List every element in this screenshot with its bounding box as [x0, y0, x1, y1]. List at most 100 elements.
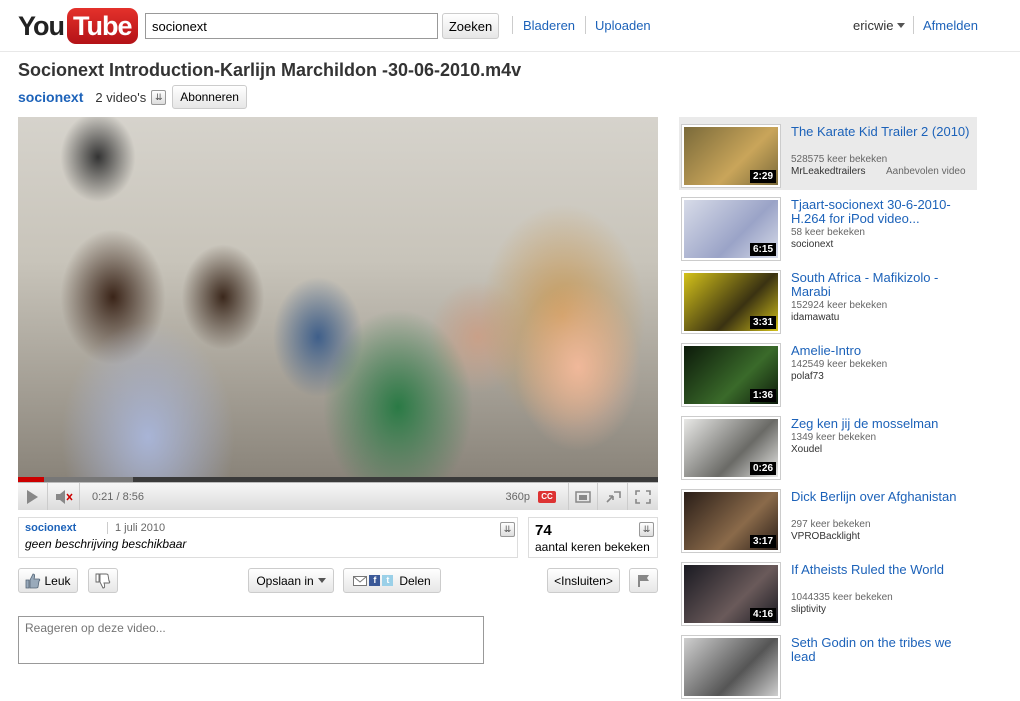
video-thumbnail[interactable]: 0:26	[682, 417, 780, 479]
description-channel-link[interactable]: socionext	[25, 522, 76, 534]
video-thumbnail[interactable]: 1:36	[682, 344, 780, 406]
expand-stats-button[interactable]: ⇊	[639, 522, 654, 537]
related-video-item[interactable]: 4:16 If Atheists Ruled the World 1044335 k…	[679, 555, 977, 628]
mute-button[interactable]	[48, 482, 80, 510]
logo-tube: Tube	[67, 8, 138, 44]
related-video-views: 58 keer bekeken	[791, 227, 865, 238]
related-video-item[interactable]: 6:15 Tjaart-socionext 30-6-2010-H.264 for…	[679, 190, 977, 263]
related-video-title[interactable]: Tjaart-socionext 30-6-2010-H.264 for iPo…	[791, 198, 971, 226]
video-thumbnail[interactable]: 3:17	[682, 490, 780, 552]
share-label: Delen	[399, 573, 431, 588]
related-video-views: 528575 keer bekeken	[791, 154, 888, 165]
flag-button[interactable]	[629, 568, 658, 593]
view-count-label: aantal keren bekeken	[535, 540, 650, 554]
thumbs-down-icon	[95, 573, 111, 588]
save-to-button[interactable]: Opslaan in	[248, 568, 334, 593]
signout-link[interactable]: Afmelden	[923, 18, 978, 33]
video-count-label: 2 video's	[95, 89, 147, 105]
search-input[interactable]	[145, 13, 438, 39]
channel-row: socionext 2 video's ⇊ Abonneren	[18, 85, 247, 109]
related-video-item[interactable]: 1:36 Amelie-Intro 142549 keer bekeken polaf…	[679, 336, 977, 409]
views-box: 74 aantal keren bekeken ⇊	[528, 517, 658, 558]
flag-icon	[637, 574, 649, 587]
video-thumbnail[interactable]: 2:29	[682, 125, 780, 187]
thumbs-up-icon	[26, 573, 41, 588]
video-duration: 3:31	[749, 316, 776, 329]
user-menu[interactable]: ericwie	[853, 18, 906, 33]
search-button[interactable]: Zoeken	[442, 13, 499, 39]
related-video-channel[interactable]: Xoudel	[791, 444, 822, 456]
save-to-label: Opslaan in	[256, 573, 314, 588]
embed-button[interactable]: <Insluiten>	[547, 568, 620, 593]
description-text: geen beschrijving beschikbaar	[25, 537, 187, 551]
video-player[interactable]: 0:21 / 8:56 360p CC	[18, 117, 658, 510]
video-thumbnail[interactable]: 3:31	[682, 271, 780, 333]
chevron-down-icon[interactable]: ⇊	[151, 89, 167, 105]
comment-input[interactable]	[18, 616, 484, 664]
popout-icon	[575, 490, 591, 503]
quality-selector[interactable]: 360p	[506, 491, 538, 503]
play-button[interactable]	[18, 482, 48, 510]
share-button[interactable]: f t Delen	[343, 568, 441, 593]
channel-link[interactable]: socionext	[18, 89, 83, 105]
video-duration: 6:15	[749, 243, 776, 256]
related-video-title[interactable]: If Atheists Ruled the World	[791, 563, 971, 577]
popout-button[interactable]	[568, 482, 598, 510]
username: ericwie	[853, 18, 894, 33]
related-video-title[interactable]: Seth Godin on the tribes we lead	[791, 636, 971, 664]
video-thumbnail[interactable]: 4:16	[682, 563, 780, 625]
fullscreen-icon	[635, 489, 651, 504]
related-video-channel[interactable]: idamawatu	[791, 312, 839, 324]
video-duration: 3:17	[749, 535, 776, 548]
related-video-item[interactable]: Seth Godin on the tribes we lead	[679, 628, 977, 701]
video-thumbnail[interactable]: 6:15	[682, 198, 780, 260]
chevron-down-icon	[897, 23, 906, 28]
fullscreen-button[interactable]	[628, 483, 658, 511]
related-video-views: 142549 keer bekeken	[791, 359, 888, 370]
related-video-item[interactable]: 2:29 The Karate Kid Trailer 2 (2010) 52857…	[679, 117, 977, 190]
nav-separator	[512, 16, 513, 34]
recommended-label: Aanbevolen video	[886, 166, 966, 177]
related-video-channel[interactable]: VPROBacklight	[791, 531, 860, 543]
video-title: Socionext Introduction-Karlijn Marchildo…	[18, 60, 522, 80]
related-video-channel[interactable]: socionext	[791, 239, 833, 251]
expand-button[interactable]	[598, 482, 628, 510]
nav-upload-link[interactable]: Uploaden	[595, 18, 651, 33]
video-count[interactable]: 2 video's ⇊	[95, 89, 167, 105]
related-video-title[interactable]: The Karate Kid Trailer 2 (2010)	[791, 125, 971, 139]
expand-description-button[interactable]: ⇊	[500, 522, 515, 537]
related-video-title[interactable]: Amelie-Intro	[791, 344, 971, 358]
player-controls: 0:21 / 8:56 360p CC	[18, 482, 658, 510]
related-video-channel[interactable]: MrLeakedtrailers	[791, 166, 865, 178]
related-video-item[interactable]: 0:26 Zeg ken jij de mosselman 1349 keer be…	[679, 409, 977, 482]
divider	[107, 522, 108, 534]
like-button[interactable]: Leuk	[18, 568, 78, 593]
video-thumbnail[interactable]	[682, 636, 780, 698]
email-icon	[353, 575, 368, 586]
upload-date: 1 juli 2010	[115, 522, 166, 534]
related-video-views: 152924 keer bekeken	[791, 300, 888, 311]
expand-arrows-icon	[605, 490, 621, 503]
video-frame[interactable]	[18, 117, 658, 477]
nav-separator	[913, 16, 914, 34]
related-video-title[interactable]: Dick Berlijn over Afghanistan	[791, 490, 971, 504]
dislike-button[interactable]	[88, 568, 118, 593]
related-video-channel[interactable]: sliptivity	[791, 604, 826, 616]
video-duration: 0:26	[749, 462, 776, 475]
related-video-item[interactable]: 3:17 Dick Berlijn over Afghanistan 297 kee…	[679, 482, 977, 555]
nav-browse-link[interactable]: Bladeren	[523, 18, 575, 33]
related-video-item[interactable]: 3:31 South Africa - Mafikizolo - Marabi 15…	[679, 263, 977, 336]
chevron-down-icon	[317, 578, 326, 583]
video-duration: 1:36	[749, 389, 776, 402]
related-video-views: 297 keer bekeken	[791, 519, 871, 530]
youtube-logo[interactable]: You Tube	[18, 8, 138, 44]
captions-button[interactable]: CC	[538, 490, 556, 503]
related-video-title[interactable]: South Africa - Mafikizolo - Marabi	[791, 271, 971, 299]
related-video-title[interactable]: Zeg ken jij de mosselman	[791, 417, 971, 431]
nav-separator	[585, 16, 586, 34]
video-duration: 4:16	[749, 608, 776, 621]
related-video-channel[interactable]: polaf73	[791, 371, 824, 383]
speaker-muted-icon	[55, 489, 73, 504]
description-box: socionext 1 juli 2010 geen beschrijving …	[18, 517, 518, 558]
subscribe-button[interactable]: Abonneren	[172, 85, 247, 109]
